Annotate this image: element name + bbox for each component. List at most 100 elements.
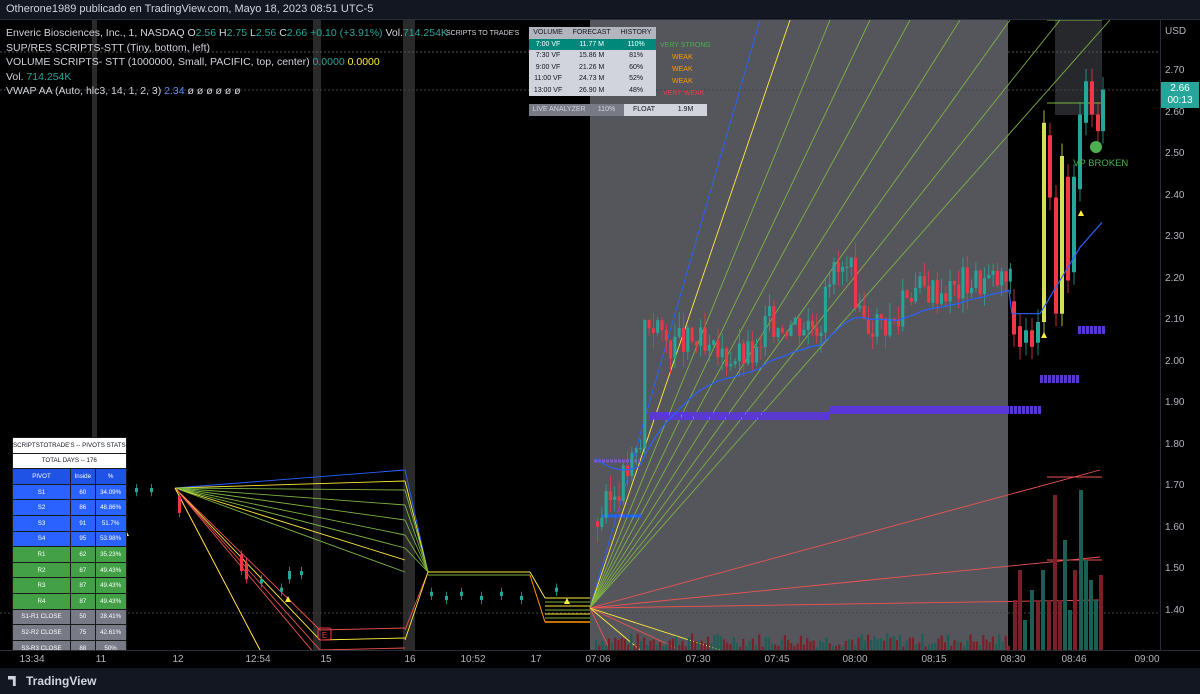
float-value: 1.9M	[664, 104, 707, 116]
candle-body	[729, 364, 733, 367]
current-price-badge: 2.66 00:13	[1161, 82, 1199, 108]
volume-bar	[809, 641, 812, 650]
candle-body	[909, 297, 913, 302]
volume-bar	[1073, 570, 1077, 650]
vp-band-block	[1030, 406, 1033, 414]
pivot-cell-pct: 53.98%	[94, 530, 127, 548]
volume-bar	[883, 640, 886, 650]
vp-band-block	[766, 412, 769, 420]
legend-volscripts-row[interactable]: VOLUME SCRIPTS- STT (1000000, Small, PAC…	[6, 55, 448, 70]
candle-body	[991, 270, 995, 275]
volume-bar	[873, 635, 876, 650]
volume-bar	[851, 639, 854, 650]
vp-band-block	[718, 412, 721, 420]
vp-band-block	[1076, 375, 1079, 383]
volume-bar	[726, 642, 729, 650]
vp-band-block	[874, 406, 877, 414]
pivot-cell-pct: 28.41%	[94, 608, 127, 626]
volume-bar	[844, 640, 847, 650]
pivot-row: S3-R3 CLOSE 88 50%	[12, 639, 127, 650]
vp-band-block	[1078, 326, 1081, 334]
vp-band-block	[1060, 375, 1063, 383]
volume-table-row: 11:00 VF 24.73 M 52%	[529, 73, 656, 85]
vp-band-block	[706, 412, 709, 420]
volume-table-row: 13:00 VF 26.90 M 48%	[529, 84, 656, 96]
pivot-cell-pivot: R4	[12, 592, 71, 610]
vp-band-block	[770, 412, 773, 420]
vp-band-block	[978, 406, 981, 414]
candle-body	[841, 267, 845, 272]
price-tick-label: 2.10	[1165, 314, 1185, 325]
row-forecast: 24.73 M	[578, 75, 605, 83]
legend-supres-row[interactable]: SUP/RES SCRIPTS-STT (Tiny, bottom, left)	[6, 41, 448, 56]
symbol-name[interactable]: Enveric Biosciences, Inc., 1, NASDAQ	[6, 27, 185, 39]
vp-band-block	[1018, 406, 1021, 414]
vp-band-block	[850, 406, 853, 414]
candle-body	[858, 305, 862, 309]
volume-bar	[751, 638, 754, 650]
volume-bar	[886, 633, 889, 650]
time-tick-label: 09:00	[1134, 654, 1160, 665]
candle-body	[604, 491, 608, 518]
live-analyzer-row: LIVE ANALYZER 110% FLOAT 1.9M	[529, 104, 707, 116]
price-scale[interactable]: USD 2.70 2.60 2.50 2.40 2.30 2.20 2.10 2.00 1.90…	[1160, 20, 1200, 650]
vp-band-block	[866, 406, 869, 414]
candle-body	[849, 257, 853, 267]
pivot-cell-pct: 49.43%	[94, 592, 127, 610]
volume-bar	[943, 642, 946, 650]
candle-body	[626, 465, 630, 477]
vp-band-block	[930, 406, 933, 414]
vp-band-block	[986, 406, 989, 414]
pivot-line	[174, 487, 406, 506]
volume-bar	[607, 638, 610, 650]
pivot-line	[529, 571, 546, 599]
pivot-cell-inside: 88	[69, 639, 96, 650]
vp-band-block	[958, 406, 961, 414]
candle-body	[737, 343, 741, 362]
time-tick-label: 15	[320, 654, 332, 665]
volume-bar	[895, 639, 898, 650]
volume-bar	[671, 638, 674, 650]
vp-band-block	[1010, 406, 1013, 414]
candle-body	[664, 330, 668, 341]
volume-table-header: VOLUME FORECAST HISTORY	[529, 27, 656, 39]
vp-band-block	[1094, 326, 1097, 334]
candle-body	[260, 579, 263, 584]
volume-bar	[908, 637, 911, 650]
volume-bar	[687, 637, 690, 650]
vp-band-block	[918, 406, 921, 414]
vp-band-block	[962, 406, 965, 414]
vp-band-block	[922, 406, 925, 414]
time-axis[interactable]: 13:34 11 12 12:54 15 16 10:52 17 07:06 07:30 07:45…	[0, 650, 1200, 668]
candle-body	[555, 587, 558, 592]
legend-vwap-row[interactable]: VWAP AA (Auto, hlc3, 14, 1, 2, 3) 2.34 ø…	[6, 84, 448, 99]
volume-bar	[767, 637, 770, 650]
vp-band-block	[886, 406, 889, 414]
vp-band-block	[1082, 326, 1085, 334]
volume-bar	[691, 633, 694, 650]
candle-body	[918, 276, 922, 288]
vp-band-block	[690, 412, 693, 420]
pivot-cell-pivot: S3-R3 CLOSE	[12, 639, 71, 650]
price-tick-label: 2.20	[1165, 272, 1185, 284]
candle-body	[288, 571, 291, 580]
volume-bar	[790, 643, 793, 650]
row-time: 7:00 VF	[535, 40, 561, 48]
candle-body	[935, 280, 939, 304]
vp-band-block	[754, 412, 757, 420]
volume-bar	[1058, 600, 1062, 650]
vp-band-block	[1090, 326, 1093, 334]
volume-bar	[1063, 540, 1067, 650]
chart-area[interactable]: E Enveric Biosciences, Inc., 1, NASDAQ O…	[0, 20, 1160, 650]
volume-bar	[940, 635, 943, 650]
vp-band-block	[906, 406, 909, 414]
status-weak: WEAK	[672, 66, 693, 73]
tradingview-logo[interactable]: TradingView	[8, 674, 96, 688]
volume-bar	[780, 639, 783, 650]
open-value: 2.56	[195, 27, 217, 39]
status-weak: WEAK	[672, 78, 693, 85]
legend-volume-row[interactable]: Vol. 714.254K	[6, 70, 448, 85]
time-tick-label: 11	[95, 654, 107, 665]
signal-triangle	[1078, 210, 1084, 216]
candle-body	[823, 286, 827, 333]
